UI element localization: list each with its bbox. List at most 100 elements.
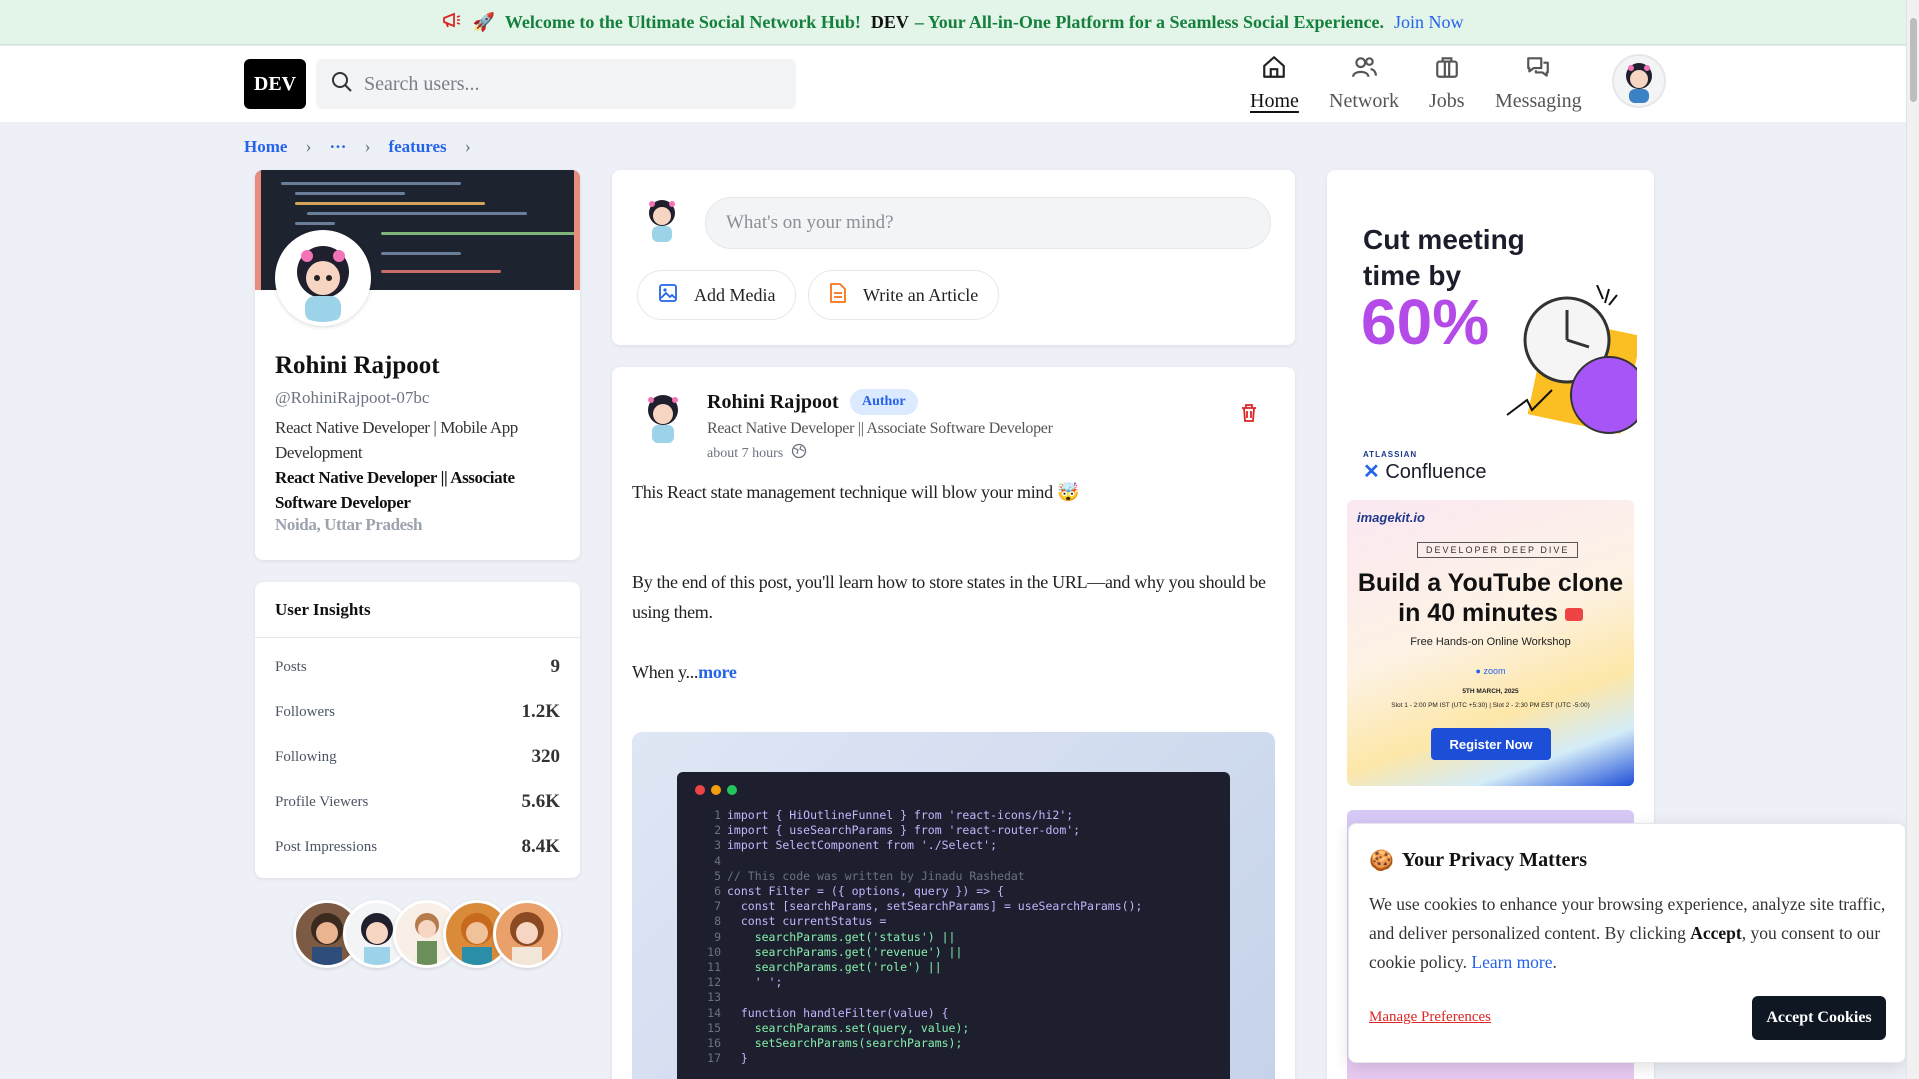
briefcase-icon	[1434, 54, 1460, 86]
read-more-link[interactable]: more	[698, 662, 737, 682]
breadcrumb-features[interactable]: features	[388, 137, 446, 157]
code-line-number: 2	[714, 823, 721, 838]
user-avatar[interactable]	[1612, 54, 1666, 108]
trash-icon	[1240, 404, 1258, 427]
code-line-number: 5	[714, 868, 721, 883]
code-line: 11 searchParams.get('role') ||	[697, 960, 1230, 975]
code-line-text: ' ';	[727, 975, 783, 990]
post-text-line: When y...	[632, 662, 699, 682]
code-line: 10 searchParams.get('revenue') ||	[697, 945, 1230, 960]
code-line-text: searchParams.get('role') ||	[727, 960, 942, 975]
ad-tag: DEVELOPER DEEP DIVE	[1417, 542, 1579, 558]
breadcrumb-home[interactable]: Home	[244, 137, 287, 157]
friend-avatar[interactable]	[493, 900, 561, 968]
insight-label: Posts	[275, 658, 307, 675]
code-line: 5 // This code was written by Jinadu Rash…	[697, 869, 1230, 884]
code-line-number: 7	[714, 899, 721, 914]
breadcrumb: Home › ··· › features ›	[244, 136, 471, 157]
insight-value: 1.2K	[521, 701, 560, 722]
insight-row: Followers 1.2K	[275, 701, 560, 723]
code-line-text: searchParams.get('status') ||	[727, 929, 956, 944]
insight-label: Followers	[275, 703, 335, 720]
manage-preferences-link[interactable]: Manage Preferences	[1369, 1009, 1491, 1026]
cookie-icon: 🍪	[1369, 850, 1394, 872]
code-line: 3 import SelectComponent from './Select';	[697, 838, 1230, 853]
write-article-button[interactable]: Write an Article	[808, 270, 1000, 320]
search-input[interactable]	[364, 72, 784, 96]
breadcrumb-ellipsis[interactable]: ···	[329, 137, 346, 157]
insights-title: User Insights	[255, 582, 580, 638]
profile-name: Rohini Rajpoot	[275, 352, 440, 379]
zoom-label: zoom	[1483, 666, 1506, 676]
globe-icon	[791, 443, 807, 464]
post-text-truncated: When y...more	[632, 657, 1272, 687]
megaphone-icon	[442, 12, 462, 33]
ad-percent: 60%	[1361, 286, 1490, 358]
code-line: 7 const [searchParams, setSearchParams] …	[697, 899, 1230, 914]
code-line-number: 3	[714, 838, 721, 853]
announcement-welcome: Welcome to the Ultimate Social Network H…	[504, 11, 861, 32]
post-text-line: This React state management technique wi…	[632, 482, 1080, 502]
announcement-brand: DEV	[870, 11, 909, 32]
imagekit-logo: imagekit.io	[1357, 510, 1425, 525]
post-author-avatar[interactable]	[640, 391, 686, 443]
ad-title: Build a YouTube clone in 40 minutes	[1347, 568, 1634, 628]
learn-more-link[interactable]: Learn more	[1471, 952, 1552, 972]
cookie-title: 🍪 Your Privacy Matters	[1369, 848, 1587, 873]
nav-messaging[interactable]: Messaging	[1495, 54, 1582, 113]
nav-home[interactable]: Home	[1250, 54, 1299, 113]
cookie-consent-dialog: 🍪 Your Privacy Matters We use cookies to…	[1348, 823, 1906, 1063]
add-media-button[interactable]: Add Media	[637, 270, 797, 320]
cookie-body-accept: Accept	[1690, 923, 1742, 943]
imagekit-ad[interactable]: imagekit.io DEVELOPER DEEP DIVE Build a …	[1347, 500, 1634, 786]
dev-logo[interactable]: DEV	[244, 59, 306, 109]
post-composer: Add Media Write an Article	[612, 170, 1295, 345]
add-media-label: Add Media	[694, 284, 776, 305]
code-line-text: // This code was written by Jinadu Rashe…	[727, 868, 1025, 883]
atlassian-label: ATLASSIAN	[1363, 450, 1418, 459]
join-now-link[interactable]: Join Now	[1394, 12, 1464, 33]
code-line: 4	[697, 854, 1230, 869]
nav-messaging-label: Messaging	[1495, 90, 1582, 112]
ad-subtitle: Free Hands-on Online Workshop	[1410, 636, 1571, 648]
code-line-text: import { HiOutlineFunnel } from 'react-i…	[727, 808, 1074, 822]
profile-avatar[interactable]	[275, 230, 371, 326]
search-box[interactable]	[316, 59, 796, 109]
top-header: DEV Home Network Jobs Messaging	[0, 46, 1906, 122]
nav-network[interactable]: Network	[1329, 54, 1399, 113]
whats-on-your-mind-input[interactable]	[705, 197, 1271, 249]
nav-jobs-label: Jobs	[1429, 90, 1465, 112]
rocket-icon: 🚀	[472, 11, 495, 32]
page-scrollbar[interactable]	[1906, 0, 1919, 1079]
code-line: 6 const Filter = ({ options, query }) => …	[697, 884, 1230, 899]
scrollbar-thumb[interactable]	[1910, 18, 1917, 102]
code-line-text: setSearchParams(searchParams);	[727, 1036, 963, 1051]
code-line-number: 6	[714, 884, 721, 899]
register-now-button[interactable]: Register Now	[1431, 728, 1551, 760]
accept-cookies-button[interactable]: Accept Cookies	[1752, 996, 1886, 1040]
composer-avatar	[642, 196, 682, 242]
post-author-title: React Native Developer || Associate Soft…	[707, 420, 1053, 437]
code-line-text: searchParams.set(query, value);	[727, 1020, 970, 1035]
user-insights-card: User Insights Posts 9 Followers 1.2K Follo…	[255, 582, 580, 878]
feed-post: Rohini Rajpoot Author React Native Devel…	[612, 367, 1295, 1079]
clock-illustration	[1506, 285, 1637, 434]
code-line-number: 13	[707, 990, 721, 1005]
profile-handle: @RohiniRajpoot-07bc	[275, 388, 430, 407]
delete-post-button[interactable]	[1240, 403, 1258, 428]
insight-row: Profile Viewers 5.6K	[275, 791, 560, 813]
code-line-text: import { useSearchParams } from 'react-r…	[727, 823, 1081, 838]
code-line: 8 const currentStatus =	[697, 914, 1230, 929]
post-author-name[interactable]: Rohini Rajpoot	[707, 391, 839, 414]
insight-row: Following 320	[275, 746, 560, 768]
insight-label: Following	[275, 748, 337, 765]
code-line-number: 10	[707, 944, 721, 959]
confluence-brand: ATLASSIAN ✕ Confluence	[1363, 450, 1487, 484]
code-line-text: const currentStatus =	[727, 914, 887, 929]
nav-jobs[interactable]: Jobs	[1429, 54, 1465, 113]
post-image[interactable]: 1 import { HiOutlineFunnel } from 'react-…	[632, 732, 1275, 1079]
ad-slots: Slot 1 - 2:00 PM IST (UTC +5:30) | Slot …	[1391, 702, 1590, 709]
code-line: 9 searchParams.get('status') ||	[697, 930, 1230, 945]
code-line: 12 ' ';	[697, 975, 1230, 990]
zoom-logo: ● zoom	[1347, 666, 1634, 676]
